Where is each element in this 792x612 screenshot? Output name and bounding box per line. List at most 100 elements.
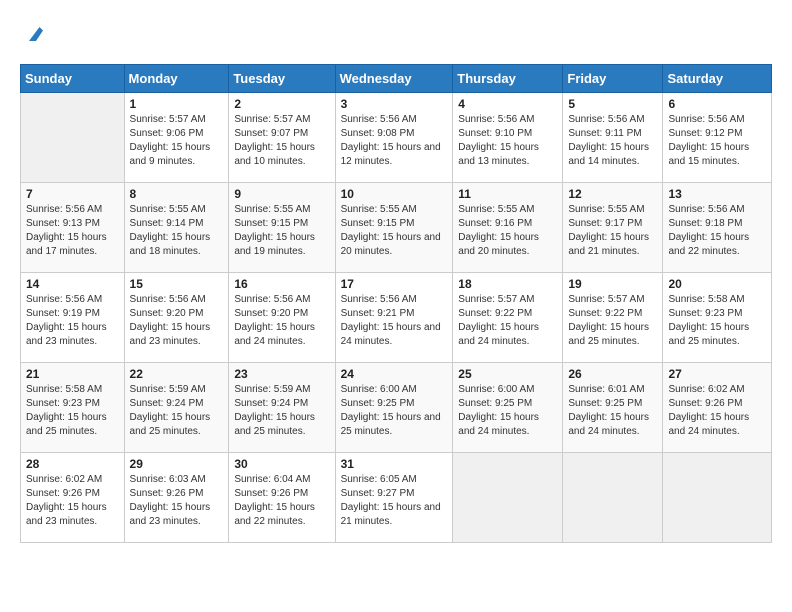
day-info: Sunrise: 5:56 AMSunset: 9:13 PMDaylight:… bbox=[26, 203, 119, 259]
day-info: Sunrise: 6:02 AMSunset: 9:26 PMDaylight:… bbox=[668, 383, 766, 439]
calendar-cell: 5Sunrise: 5:56 AMSunset: 9:11 PMDaylight… bbox=[563, 93, 663, 183]
day-info: Sunrise: 5:56 AMSunset: 9:20 PMDaylight:… bbox=[130, 293, 224, 349]
calendar-cell: 1 Sunrise: 5:57 AMSunset: 9:06 PMDaylight… bbox=[124, 93, 229, 183]
calendar-cell bbox=[21, 93, 125, 183]
day-number: 28 bbox=[26, 457, 119, 471]
day-number: 21 bbox=[26, 367, 119, 381]
weekday-wednesday: Wednesday bbox=[335, 65, 453, 93]
day-info: Sunrise: 5:55 AMSunset: 9:16 PMDaylight:… bbox=[458, 203, 557, 259]
day-info: Sunrise: 5:55 AMSunset: 9:15 PMDaylight:… bbox=[341, 203, 448, 259]
day-number: 11 bbox=[458, 187, 557, 201]
calendar-cell: 15Sunrise: 5:56 AMSunset: 9:20 PMDayligh… bbox=[124, 273, 229, 363]
calendar-cell: 4 Sunrise: 5:56 AMSunset: 9:10 PMDaylight… bbox=[453, 93, 563, 183]
day-info: Sunrise: 5:56 AMSunset: 9:12 PMDaylight:… bbox=[668, 113, 766, 169]
day-info: Sunrise: 5:56 AMSunset: 9:11 PMDaylight:… bbox=[568, 113, 657, 169]
day-info: Sunrise: 5:57 AMSunset: 9:22 PMDaylight:… bbox=[458, 293, 557, 349]
weekday-thursday: Thursday bbox=[453, 65, 563, 93]
day-number: 29 bbox=[130, 457, 224, 471]
calendar-cell: 31Sunrise: 6:05 AMSunset: 9:27 PMDayligh… bbox=[335, 453, 453, 543]
day-info: Sunrise: 6:02 AMSunset: 9:26 PMDaylight:… bbox=[26, 473, 119, 529]
day-number: 23 bbox=[234, 367, 329, 381]
weekday-header-row: SundayMondayTuesdayWednesdayThursdayFrid… bbox=[21, 65, 772, 93]
day-number: 25 bbox=[458, 367, 557, 381]
calendar-cell: 9 Sunrise: 5:55 AMSunset: 9:15 PMDaylight… bbox=[229, 183, 335, 273]
day-info: Sunrise: 6:04 AMSunset: 9:26 PMDaylight:… bbox=[234, 473, 329, 529]
day-info: Sunrise: 5:57 AMSunset: 9:07 PMDaylight:… bbox=[234, 113, 329, 169]
calendar-cell: 23 Sunrise: 5:59 AMSunset: 9:24 PMDayligh… bbox=[229, 363, 335, 453]
day-number: 14 bbox=[26, 277, 119, 291]
page-header bbox=[20, 20, 772, 48]
calendar-cell bbox=[453, 453, 563, 543]
calendar-week-4: 28 Sunrise: 6:02 AMSunset: 9:26 PMDayligh… bbox=[21, 453, 772, 543]
day-info: Sunrise: 5:55 AMSunset: 9:17 PMDaylight:… bbox=[568, 203, 657, 259]
weekday-tuesday: Tuesday bbox=[229, 65, 335, 93]
day-info: Sunrise: 5:55 AMSunset: 9:14 PMDaylight:… bbox=[130, 203, 224, 259]
day-info: Sunrise: 5:59 AMSunset: 9:24 PMDaylight:… bbox=[234, 383, 329, 439]
day-number: 4 bbox=[458, 97, 557, 111]
day-info: Sunrise: 5:56 AMSunset: 9:08 PMDaylight:… bbox=[341, 113, 448, 169]
calendar-week-0: 1 Sunrise: 5:57 AMSunset: 9:06 PMDaylight… bbox=[21, 93, 772, 183]
day-number: 19 bbox=[568, 277, 657, 291]
calendar-cell: 22Sunrise: 5:59 AMSunset: 9:24 PMDayligh… bbox=[124, 363, 229, 453]
day-number: 18 bbox=[458, 277, 557, 291]
day-number: 20 bbox=[668, 277, 766, 291]
calendar-cell: 26 Sunrise: 6:01 AMSunset: 9:25 PMDayligh… bbox=[563, 363, 663, 453]
calendar-cell: 14 Sunrise: 5:56 AMSunset: 9:19 PMDayligh… bbox=[21, 273, 125, 363]
calendar-cell: 2Sunrise: 5:57 AMSunset: 9:07 PMDaylight… bbox=[229, 93, 335, 183]
day-number: 30 bbox=[234, 457, 329, 471]
calendar-cell: 27 Sunrise: 6:02 AMSunset: 9:26 PMDayligh… bbox=[663, 363, 772, 453]
calendar-week-1: 7Sunrise: 5:56 AMSunset: 9:13 PMDaylight… bbox=[21, 183, 772, 273]
calendar-table: SundayMondayTuesdayWednesdayThursdayFrid… bbox=[20, 64, 772, 543]
day-info: Sunrise: 5:56 AMSunset: 9:19 PMDaylight:… bbox=[26, 293, 119, 349]
calendar-cell bbox=[563, 453, 663, 543]
day-number: 10 bbox=[341, 187, 448, 201]
day-number: 1 bbox=[130, 97, 224, 111]
calendar-cell: 21 Sunrise: 5:58 AMSunset: 9:23 PMDayligh… bbox=[21, 363, 125, 453]
weekday-friday: Friday bbox=[563, 65, 663, 93]
day-info: Sunrise: 5:55 AMSunset: 9:15 PMDaylight:… bbox=[234, 203, 329, 259]
day-number: 13 bbox=[668, 187, 766, 201]
logo bbox=[20, 20, 50, 48]
day-info: Sunrise: 5:56 AMSunset: 9:21 PMDaylight:… bbox=[341, 293, 448, 349]
calendar-cell: 30 Sunrise: 6:04 AMSunset: 9:26 PMDayligh… bbox=[229, 453, 335, 543]
weekday-sunday: Sunday bbox=[21, 65, 125, 93]
calendar-cell: 24 Sunrise: 6:00 AMSunset: 9:25 PMDayligh… bbox=[335, 363, 453, 453]
day-info: Sunrise: 6:01 AMSunset: 9:25 PMDaylight:… bbox=[568, 383, 657, 439]
calendar-cell: 25 Sunrise: 6:00 AMSunset: 9:25 PMDayligh… bbox=[453, 363, 563, 453]
day-number: 12 bbox=[568, 187, 657, 201]
calendar-cell: 18 Sunrise: 5:57 AMSunset: 9:22 PMDayligh… bbox=[453, 273, 563, 363]
day-info: Sunrise: 6:00 AMSunset: 9:25 PMDaylight:… bbox=[458, 383, 557, 439]
calendar-cell: 11 Sunrise: 5:55 AMSunset: 9:16 PMDayligh… bbox=[453, 183, 563, 273]
calendar-cell: 7Sunrise: 5:56 AMSunset: 9:13 PMDaylight… bbox=[21, 183, 125, 273]
calendar-cell: 28 Sunrise: 6:02 AMSunset: 9:26 PMDayligh… bbox=[21, 453, 125, 543]
day-number: 27 bbox=[668, 367, 766, 381]
calendar-cell: 19 Sunrise: 5:57 AMSunset: 9:22 PMDayligh… bbox=[563, 273, 663, 363]
day-number: 22 bbox=[130, 367, 224, 381]
calendar-cell: 20Sunrise: 5:58 AMSunset: 9:23 PMDayligh… bbox=[663, 273, 772, 363]
calendar-cell: 13 Sunrise: 5:56 AMSunset: 9:18 PMDayligh… bbox=[663, 183, 772, 273]
calendar-cell bbox=[663, 453, 772, 543]
calendar-cell: 10 Sunrise: 5:55 AMSunset: 9:15 PMDayligh… bbox=[335, 183, 453, 273]
calendar-cell: 12 Sunrise: 5:55 AMSunset: 9:17 PMDayligh… bbox=[563, 183, 663, 273]
day-number: 17 bbox=[341, 277, 448, 291]
day-info: Sunrise: 6:05 AMSunset: 9:27 PMDaylight:… bbox=[341, 473, 448, 529]
calendar-header: SundayMondayTuesdayWednesdayThursdayFrid… bbox=[21, 65, 772, 93]
day-number: 9 bbox=[234, 187, 329, 201]
calendar-body: 1 Sunrise: 5:57 AMSunset: 9:06 PMDaylight… bbox=[21, 93, 772, 543]
day-info: Sunrise: 5:58 AMSunset: 9:23 PMDaylight:… bbox=[26, 383, 119, 439]
day-number: 16 bbox=[234, 277, 329, 291]
calendar-cell: 3Sunrise: 5:56 AMSunset: 9:08 PMDaylight… bbox=[335, 93, 453, 183]
day-info: Sunrise: 5:56 AMSunset: 9:18 PMDaylight:… bbox=[668, 203, 766, 259]
day-number: 8 bbox=[130, 187, 224, 201]
day-number: 6 bbox=[668, 97, 766, 111]
day-info: Sunrise: 5:57 AMSunset: 9:22 PMDaylight:… bbox=[568, 293, 657, 349]
day-number: 26 bbox=[568, 367, 657, 381]
day-info: Sunrise: 6:03 AMSunset: 9:26 PMDaylight:… bbox=[130, 473, 224, 529]
day-info: Sunrise: 5:56 AMSunset: 9:20 PMDaylight:… bbox=[234, 293, 329, 349]
day-number: 24 bbox=[341, 367, 448, 381]
day-info: Sunrise: 6:00 AMSunset: 9:25 PMDaylight:… bbox=[341, 383, 448, 439]
day-info: Sunrise: 5:57 AMSunset: 9:06 PMDaylight:… bbox=[130, 113, 224, 169]
day-info: Sunrise: 5:56 AMSunset: 9:10 PMDaylight:… bbox=[458, 113, 557, 169]
calendar-cell: 16 Sunrise: 5:56 AMSunset: 9:20 PMDayligh… bbox=[229, 273, 335, 363]
calendar-cell: 17 Sunrise: 5:56 AMSunset: 9:21 PMDayligh… bbox=[335, 273, 453, 363]
